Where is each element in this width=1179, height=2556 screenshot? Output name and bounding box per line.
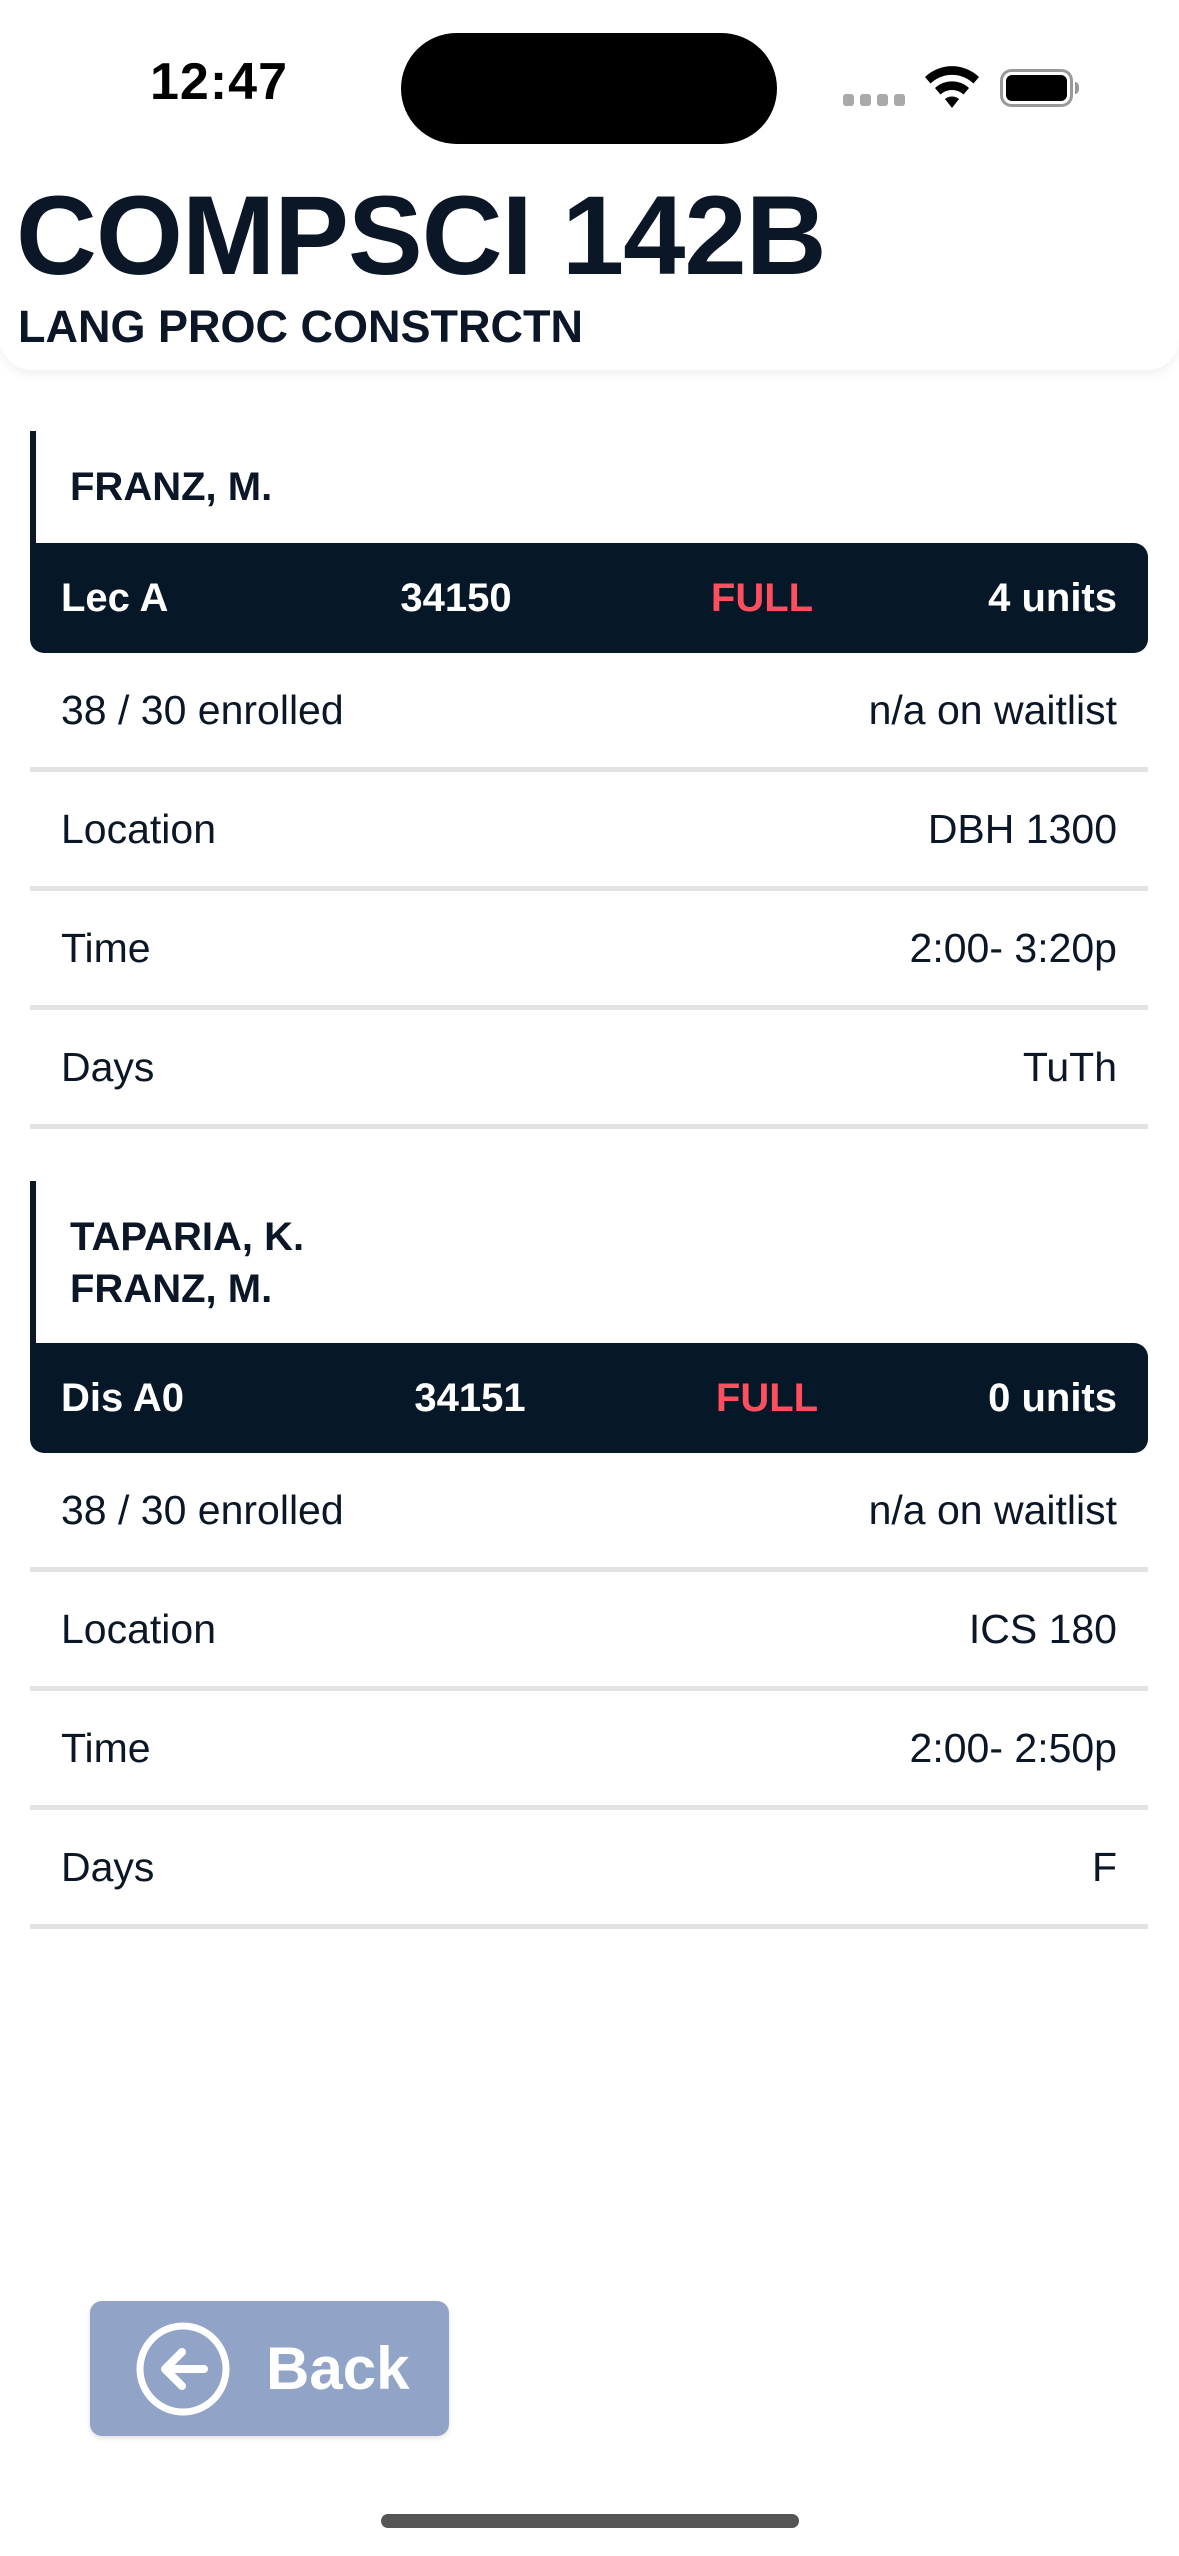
time-label: Time <box>61 925 151 971</box>
instructor-block: FRANZ, M. <box>30 431 1148 543</box>
section-type: Dis A0 <box>61 1376 185 1420</box>
section-card: TAPARIA, K. FRANZ, M. Dis A0 34151 FULL … <box>30 1181 1148 1929</box>
location-row: Location DBH 1300 <box>30 772 1148 891</box>
days-label: Days <box>61 1044 155 1090</box>
wifi-icon <box>925 66 979 108</box>
days-value: F <box>1091 1844 1117 1890</box>
location-value: ICS 180 <box>968 1606 1117 1652</box>
days-value: TuTh <box>1022 1044 1117 1090</box>
days-label: Days <box>61 1844 155 1890</box>
section-code: 34151 <box>414 1376 526 1420</box>
enrollment-row: 38 / 30 enrolled n/a on waitlist <box>30 1453 1148 1572</box>
section-units: 0 units <box>988 1376 1117 1420</box>
section-code: 34150 <box>400 576 512 620</box>
status-bar: 12:47 <box>0 0 1179 180</box>
dynamic-island <box>401 33 777 144</box>
home-indicator[interactable] <box>381 2514 799 2528</box>
course-title: LANG PROC CONSTRCTN <box>18 301 583 352</box>
status-time: 12:47 <box>150 53 288 111</box>
enrolled-count: 38 / 30 enrolled <box>61 687 344 733</box>
instructor-name: TAPARIA, K. <box>70 1215 305 1259</box>
battery-icon <box>1000 69 1079 107</box>
time-row: Time 2:00- 2:50p <box>30 1691 1148 1810</box>
time-label: Time <box>61 1725 151 1771</box>
waitlist-count: n/a on waitlist <box>868 1487 1117 1533</box>
days-row: Days TuTh <box>30 1010 1148 1129</box>
instructor-name: FRANZ, M. <box>70 465 273 509</box>
status-badge: FULL <box>715 1376 819 1420</box>
time-value: 2:00- 2:50p <box>909 1725 1117 1771</box>
section-card: FRANZ, M. Lec A 34150 FULL 4 units 38 / … <box>30 431 1148 1129</box>
time-value: 2:00- 3:20p <box>909 925 1117 971</box>
enrolled-count: 38 / 30 enrolled <box>61 1487 344 1533</box>
location-row: Location ICS 180 <box>30 1572 1148 1691</box>
back-button-label: Back <box>266 2335 410 2402</box>
back-button[interactable]: Back <box>90 2301 449 2436</box>
section-type: Lec A <box>61 576 169 620</box>
cellular-signal-icon <box>843 94 905 106</box>
days-row: Days F <box>30 1810 1148 1929</box>
waitlist-count: n/a on waitlist <box>868 687 1117 733</box>
location-label: Location <box>61 1606 217 1652</box>
enrollment-row: 38 / 30 enrolled n/a on waitlist <box>30 653 1148 772</box>
section-summary-bar[interactable]: Dis A0 34151 FULL 0 units <box>30 1343 1148 1453</box>
instructor-block: TAPARIA, K. FRANZ, M. <box>30 1181 1148 1343</box>
course-code: COMPSCI 142B <box>16 173 827 298</box>
status-badge: FULL <box>710 576 814 620</box>
instructor-name: FRANZ, M. <box>70 1267 273 1311</box>
section-units: 4 units <box>988 576 1117 620</box>
section-summary-bar[interactable]: Lec A 34150 FULL 4 units <box>30 543 1148 653</box>
time-row: Time 2:00- 3:20p <box>30 891 1148 1010</box>
location-label: Location <box>61 806 217 852</box>
location-value: DBH 1300 <box>927 806 1117 852</box>
arrow-left-circle-icon <box>136 2322 230 2416</box>
